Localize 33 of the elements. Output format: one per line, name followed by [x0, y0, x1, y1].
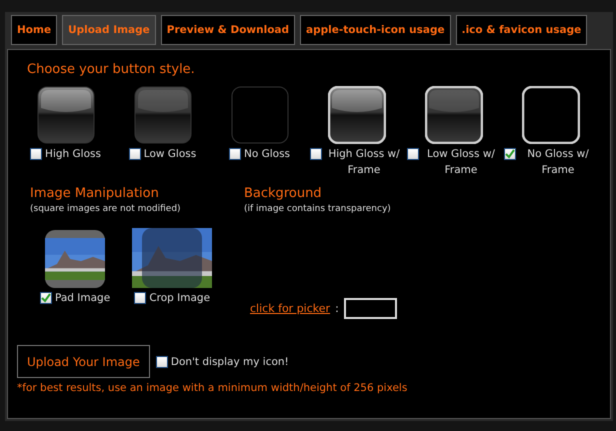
section-heading: Background	[244, 186, 323, 201]
color-field[interactable]	[344, 298, 397, 319]
checkbox[interactable]	[228, 148, 241, 160]
checkbox[interactable]	[134, 292, 146, 304]
checkbox[interactable]	[310, 148, 322, 160]
checkbox[interactable]	[40, 292, 52, 304]
checkbox[interactable]	[30, 148, 42, 160]
section-note: (if image contains transparency)	[244, 204, 392, 214]
option-label: No Gloss w/ Frame	[526, 147, 590, 178]
option-label: High Gloss w/ Frame	[327, 147, 401, 178]
option-label: Low Gloss w/ Frame	[426, 147, 496, 178]
option-label: Crop Image	[149, 291, 210, 306]
tab[interactable]: Preview & Download	[160, 15, 296, 45]
option-label: High Gloss	[45, 147, 101, 162]
option-label: No Gloss	[244, 147, 290, 162]
picker-link[interactable]: click for picker	[250, 302, 330, 315]
checkbox[interactable]	[504, 148, 516, 160]
checkbox[interactable]	[128, 148, 141, 160]
option-label: Low Gloss	[144, 147, 196, 162]
separator: :	[335, 302, 339, 315]
checkbox[interactable]	[407, 148, 419, 160]
tab[interactable]: .ico & favicon usage	[456, 15, 588, 45]
tab[interactable]: Home	[11, 15, 58, 45]
tab[interactable]: apple-touch-icon usage	[300, 15, 451, 45]
option-label: Don't display my icon!	[170, 354, 289, 370]
section-note: (square images are not modified)	[30, 204, 182, 214]
section-heading: Image Manipulation	[30, 186, 160, 201]
footnote: *for best results, use an image with a minimum width/height of 256 pixels	[17, 382, 408, 394]
checkbox[interactable]	[156, 356, 168, 368]
upload-button[interactable]: Upload Your Image	[17, 345, 150, 378]
option-label: Pad Image	[55, 291, 110, 306]
tab[interactable]: Upload Image	[62, 15, 156, 45]
section-heading: Choose your button style.	[26, 62, 196, 77]
